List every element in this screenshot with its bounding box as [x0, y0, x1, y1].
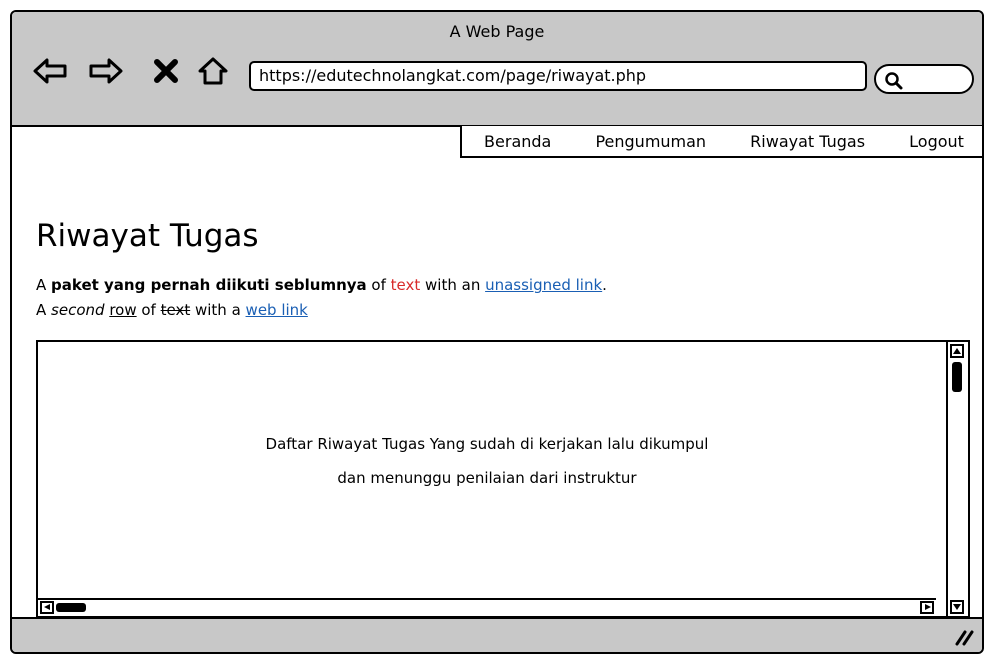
vertical-scrollbar[interactable] [946, 342, 968, 616]
task-history-panel: Daftar Riwayat Tugas Yang sudah di kerja… [36, 340, 970, 618]
strikethrough-text: text [160, 301, 191, 319]
underlined-text: row [109, 301, 137, 319]
arrow-up-icon [953, 348, 961, 354]
home-icon[interactable] [195, 55, 231, 87]
arrow-down-icon [953, 604, 961, 610]
scroll-up-button[interactable] [950, 344, 964, 358]
text-segment: A [36, 276, 52, 294]
back-arrow-icon[interactable] [32, 55, 68, 87]
horizontal-scroll-thumb[interactable] [56, 603, 86, 612]
vertical-scroll-thumb[interactable] [952, 362, 962, 392]
intro-line-2: A second row of text with a web link [36, 301, 308, 319]
browser-window: A Web Page https://edutechnolangkat.com/… [10, 10, 984, 654]
arrow-left-icon [44, 604, 50, 610]
site-nav: Beranda Pengumuman Riwayat Tugas Logout [460, 126, 982, 158]
page-title: Riwayat Tugas [36, 218, 259, 254]
panel-message: Daftar Riwayat Tugas Yang sudah di kerja… [38, 427, 936, 495]
nav-item-pengumuman[interactable]: Pengumuman [595, 132, 706, 151]
text-segment: A [36, 301, 52, 319]
red-text: text [390, 276, 421, 294]
bold-text: paket yang pernah diikuti seblumnya [51, 276, 367, 294]
nav-item-beranda[interactable]: Beranda [484, 132, 551, 151]
text-segment: with an [420, 276, 486, 294]
window-title: A Web Page [449, 22, 545, 41]
unassigned-link[interactable]: unassigned link [485, 276, 602, 294]
forward-arrow-icon[interactable] [88, 55, 124, 87]
text-segment: of [136, 301, 161, 319]
panel-message-line-1: Daftar Riwayat Tugas Yang sudah di kerja… [265, 435, 709, 453]
text-segment: with a [190, 301, 246, 319]
status-bar [12, 617, 982, 652]
nav-item-logout[interactable]: Logout [909, 132, 964, 151]
panel-message-line-2: dan menunggu penilaian dari instruktur [337, 469, 637, 487]
nav-item-riwayat-tugas[interactable]: Riwayat Tugas [750, 132, 865, 151]
web-link[interactable]: web link [246, 301, 308, 319]
text-segment: . [602, 276, 607, 294]
url-input[interactable]: https://edutechnolangkat.com/page/riwaya… [249, 61, 867, 91]
horizontal-scrollbar[interactable] [38, 598, 936, 616]
scroll-left-button[interactable] [40, 601, 54, 614]
scroll-right-button[interactable] [920, 601, 934, 614]
close-x-icon[interactable] [148, 55, 184, 87]
resize-grip-icon[interactable] [954, 630, 974, 646]
search-field[interactable] [874, 64, 974, 94]
intro-line-1: A paket yang pernah diikuti seblumnya of… [36, 276, 607, 294]
scroll-down-button[interactable] [950, 600, 964, 614]
text-segment: of [366, 276, 391, 294]
italic-text: second [51, 301, 105, 319]
arrow-right-icon [925, 604, 931, 610]
search-icon [885, 72, 903, 90]
browser-chrome: A Web Page https://edutechnolangkat.com/… [12, 12, 982, 127]
